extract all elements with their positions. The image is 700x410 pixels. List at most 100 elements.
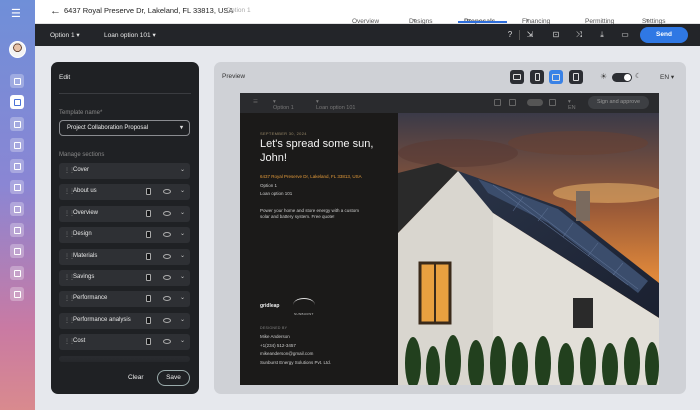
scroll-fade bbox=[51, 358, 199, 370]
eye-icon[interactable] bbox=[163, 318, 171, 323]
divider bbox=[519, 30, 520, 40]
chevron-down-icon[interactable]: ⌄ bbox=[180, 209, 185, 216]
designer-phone: +1(234) 512-3457 bbox=[260, 343, 296, 348]
template-select[interactable]: Project Collaboration Proposal ▾ bbox=[59, 120, 190, 136]
section-performance-analysis[interactable]: ⋮⋮ Performance analysis ⌄ bbox=[59, 313, 190, 329]
present-icon[interactable]: ▭ bbox=[620, 30, 630, 40]
send-button[interactable]: Send bbox=[640, 27, 688, 43]
settings-icon[interactable] bbox=[10, 138, 24, 152]
user-avatar[interactable] bbox=[9, 41, 26, 58]
section-cost[interactable]: ⋮⋮ Cost ⌄ bbox=[59, 334, 190, 350]
moon-icon: ☾ bbox=[635, 73, 642, 80]
analytics-icon[interactable] bbox=[10, 117, 24, 131]
theme-toggle[interactable] bbox=[612, 73, 632, 82]
eye-icon[interactable] bbox=[163, 254, 171, 259]
doc-language: EN ▾ bbox=[568, 99, 576, 111]
template-value: Project Collaboration Proposal bbox=[67, 125, 149, 131]
page-icon[interactable] bbox=[146, 338, 151, 345]
chevron-down-icon[interactable]: ⌄ bbox=[180, 337, 185, 344]
document-icon[interactable] bbox=[10, 202, 24, 216]
download-icon bbox=[494, 99, 501, 106]
doc-option-select: Option 1 ▾ bbox=[273, 99, 294, 111]
chat-icon[interactable] bbox=[10, 266, 24, 280]
edit-panel: Edit Template name* Project Collaboratio… bbox=[51, 62, 199, 394]
section-materials[interactable]: ⋮⋮ Materials ⌄ bbox=[59, 249, 190, 265]
proposal-toolbar: Option 1 ▾ Loan option 101 ▾ ? ⇲ ⊡ ⤨ ⤓ ▭… bbox=[35, 24, 700, 46]
sunburst-logo-text: SUNBURST bbox=[294, 312, 314, 316]
back-arrow-icon[interactable]: ← bbox=[50, 5, 61, 17]
menu-icon: ☰ bbox=[253, 99, 258, 105]
project-address: 6437 Royal Preserve Dr, Lakeland, FL 338… bbox=[64, 6, 234, 15]
notes-icon[interactable] bbox=[10, 244, 24, 258]
chevron-down-icon[interactable]: ⌄ bbox=[180, 166, 185, 173]
sun-icon: ☀ bbox=[600, 72, 608, 81]
chevron-down-icon[interactable]: ⌄ bbox=[180, 273, 185, 280]
chevron-down-icon[interactable]: ⌄ bbox=[180, 316, 185, 323]
top-bar: ← 6437 Royal Preserve Dr, Lakeland, FL 3… bbox=[35, 0, 700, 25]
language-select[interactable]: EN ▾ bbox=[660, 73, 674, 81]
export-icon[interactable]: ⇲ bbox=[525, 30, 535, 40]
chevron-down-icon[interactable]: ⌄ bbox=[180, 230, 185, 237]
help-icon[interactable]: ? bbox=[505, 30, 515, 40]
shuffle-icon[interactable]: ⤨ bbox=[574, 30, 584, 40]
page-icon[interactable] bbox=[146, 210, 151, 217]
folder-icon[interactable] bbox=[10, 287, 24, 301]
eye-icon[interactable] bbox=[163, 339, 171, 344]
section-about-us[interactable]: ⋮⋮ About us ⌄ bbox=[59, 184, 190, 200]
option-select[interactable]: Option 1 ▾ bbox=[50, 31, 80, 39]
page-icon[interactable] bbox=[146, 295, 151, 302]
page-icon[interactable] bbox=[146, 274, 151, 281]
section-design[interactable]: ⋮⋮ Design ⌄ bbox=[59, 227, 190, 243]
page-icon[interactable] bbox=[146, 317, 151, 324]
designer-email: mikeanderson@gmail.com bbox=[260, 351, 314, 356]
projects-icon[interactable] bbox=[10, 95, 24, 109]
designer-name: Mike Anderson bbox=[260, 334, 290, 339]
eye-icon[interactable] bbox=[163, 275, 171, 280]
site-address: 6437 Royal Preserve Dr, Lakeland, FL 338… bbox=[260, 174, 362, 179]
save-button[interactable]: Save bbox=[157, 370, 190, 386]
hamburger-menu-icon[interactable]: ☰ bbox=[11, 7, 21, 20]
section-savings[interactable]: ⋮⋮ Savings ⌄ bbox=[59, 270, 190, 286]
gridleap-logo: gridleap bbox=[260, 303, 280, 309]
section-overview[interactable]: ⋮⋮ Overview ⌄ bbox=[59, 206, 190, 222]
file-icon[interactable] bbox=[10, 223, 24, 237]
doc-loan-select: Loan option 101 ▾ bbox=[316, 99, 356, 111]
pdf-view-icon[interactable] bbox=[569, 70, 583, 84]
panel-title: Edit bbox=[59, 74, 71, 81]
preview-title: Preview bbox=[222, 73, 246, 80]
company-name: Sunburst Energy Solutions Pvt. Ltd. bbox=[260, 360, 332, 365]
active-tab-indicator bbox=[458, 21, 507, 23]
monitor-icon[interactable] bbox=[10, 180, 24, 194]
loan-select[interactable]: Loan option 101 ▾ bbox=[104, 31, 156, 39]
eye-icon[interactable] bbox=[163, 232, 171, 237]
sections-label: Manage sections bbox=[59, 152, 105, 158]
page-icon[interactable] bbox=[146, 188, 151, 195]
embed-icon[interactable]: ⊡ bbox=[551, 30, 561, 40]
page-icon[interactable] bbox=[146, 253, 151, 260]
doc-option: Option 1 bbox=[260, 183, 278, 188]
calendar-icon[interactable] bbox=[10, 159, 24, 173]
clear-button[interactable]: Clear bbox=[128, 374, 144, 381]
eye-icon[interactable] bbox=[163, 211, 171, 216]
chevron-down-icon[interactable]: ⌄ bbox=[180, 252, 185, 259]
section-cover[interactable]: ⋮⋮ Cover ⌄ bbox=[59, 163, 190, 179]
dashboard-icon[interactable] bbox=[10, 74, 24, 88]
page-icon[interactable] bbox=[146, 231, 151, 238]
divider bbox=[59, 93, 191, 94]
eye-icon[interactable] bbox=[163, 189, 171, 194]
sunburst-logo-icon bbox=[293, 298, 315, 312]
section-performance[interactable]: ⋮⋮ Performance ⌄ bbox=[59, 291, 190, 307]
desktop-view-icon[interactable] bbox=[510, 70, 524, 84]
sign-approve-button: Sign and approve bbox=[588, 96, 649, 109]
eye-icon[interactable] bbox=[163, 296, 171, 301]
mobile-view-icon[interactable] bbox=[530, 70, 544, 84]
option-label: Option 1 bbox=[226, 7, 251, 14]
chevron-down-icon: ▾ bbox=[179, 125, 183, 131]
template-label: Template name* bbox=[59, 110, 103, 116]
download-icon[interactable]: ⤓ bbox=[597, 30, 607, 40]
tablet-view-icon[interactable] bbox=[549, 70, 563, 84]
chevron-down-icon[interactable]: ⌄ bbox=[180, 187, 185, 194]
chevron-down-icon: ▾ bbox=[76, 32, 80, 39]
proposal-document: ☰ Option 1 ▾ Loan option 101 ▾ EN ▾ Sign… bbox=[240, 93, 659, 385]
chevron-down-icon[interactable]: ⌄ bbox=[180, 294, 185, 301]
